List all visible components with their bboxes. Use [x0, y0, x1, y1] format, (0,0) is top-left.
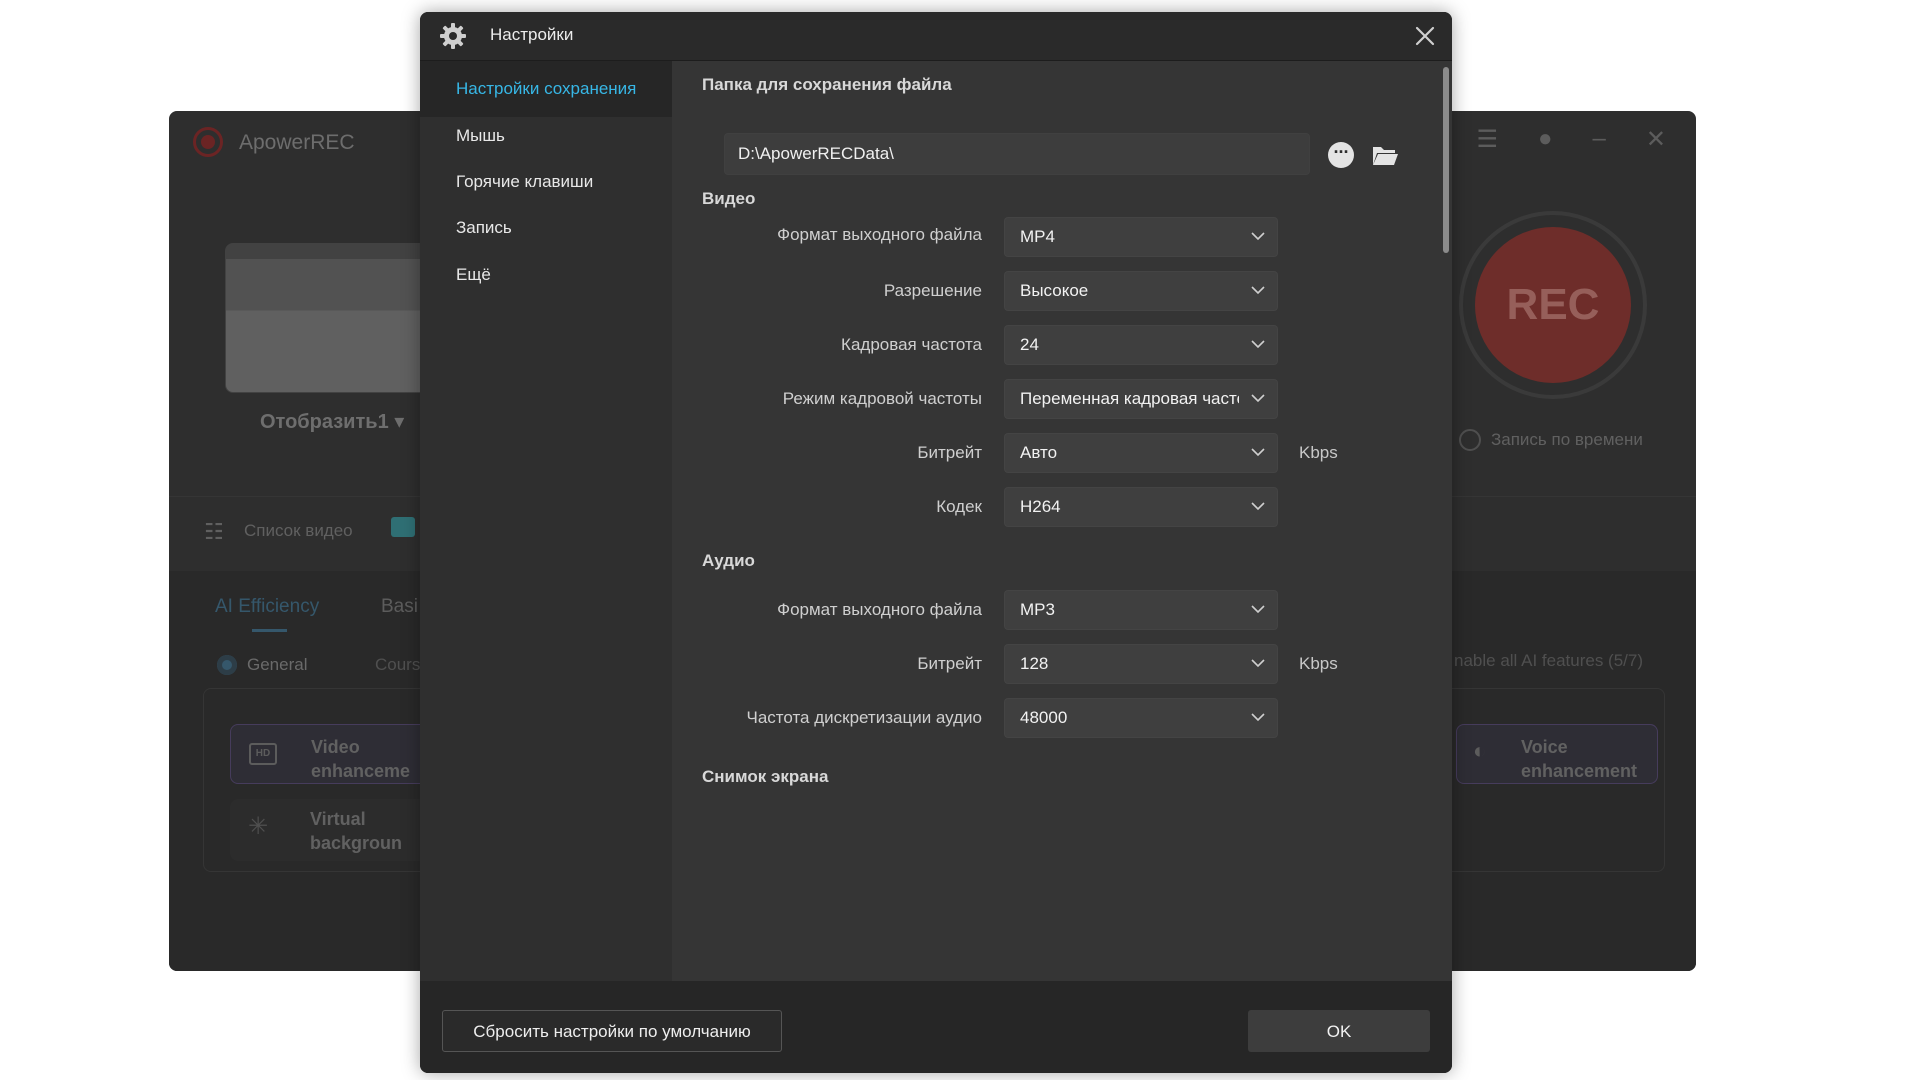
samplerate-value: 48000 [1020, 708, 1068, 727]
voice-enhancement-card[interactable]: ◐ Voice enhancement [1456, 724, 1658, 784]
video-bitrate-unit: Kbps [1299, 443, 1338, 462]
close-app-icon[interactable]: ✕ [1646, 125, 1666, 154]
samplerate-select[interactable]: 48000 [1004, 698, 1278, 738]
framerate-value: 24 [1020, 335, 1039, 354]
tab-basic[interactable]: Basi [381, 596, 418, 618]
framerate-mode-select[interactable]: Переменная кадровая частота [1004, 379, 1278, 419]
chevron-down-icon [1251, 286, 1265, 295]
save-folder-heading: Папка для сохранения файла [702, 75, 952, 94]
audio-bitrate-value: 128 [1020, 654, 1049, 673]
ok-button[interactable]: OK [1248, 1010, 1430, 1052]
dialog-header: Настройки [420, 12, 1452, 61]
minimize-icon[interactable]: – [1593, 125, 1606, 154]
chevron-down-icon [1251, 394, 1265, 403]
screen-select[interactable]: Отобразить1 ▾ [260, 409, 404, 434]
audio-bitrate-label: Битрейт [917, 654, 982, 673]
rec-button[interactable]: REC [1475, 227, 1631, 383]
virtual-background-card[interactable]: ✳ Virtual backgroun [230, 799, 430, 861]
sparkle-icon: ✳ [248, 813, 269, 840]
framerate-select[interactable]: 24 [1004, 325, 1278, 365]
framerate-label: Кадровая частота [841, 335, 982, 354]
samplerate-label: Частота дискретизации аудио [746, 708, 983, 727]
save-path-field[interactable]: D:\ApowerRECData\ [724, 133, 1310, 175]
list-icon: ☷ [204, 519, 224, 544]
resolution-label: Разрешение [883, 281, 982, 300]
scrollbar-thumb[interactable] [1443, 67, 1449, 253]
chevron-down-icon [1251, 340, 1265, 349]
audio-format-select[interactable]: MP3 [1004, 590, 1278, 630]
settings-content: Папка для сохранения файла D:\ApowerRECD… [672, 61, 1452, 981]
video-enhancement-card[interactable]: HD Video enhanceme [230, 724, 430, 784]
gear-icon [440, 23, 466, 49]
codec-label: Кодек [936, 497, 982, 516]
audio-format-label: Формат выходного файла [777, 600, 982, 619]
chevron-down-icon [1251, 502, 1265, 511]
settings-dialog: Настройки Настройки сохранения Мышь Горя… [420, 12, 1452, 1073]
chevron-down-icon [1251, 232, 1265, 241]
reset-defaults-button[interactable]: Сбросить настройки по умолчанию [442, 1010, 782, 1052]
video-enhancement-label: Video enhanceme [311, 737, 411, 781]
more-icon[interactable]: ··· [1328, 142, 1354, 168]
app-window-controls: ☰ ● – ✕ [1477, 125, 1666, 154]
audio-bitrate-select[interactable]: 128 [1004, 644, 1278, 684]
video-bitrate-label: Битрейт [917, 443, 982, 462]
chevron-down-icon [1251, 713, 1265, 722]
codec-value: H264 [1020, 497, 1061, 516]
resolution-select[interactable]: Высокое [1004, 271, 1278, 311]
settings-nav: Настройки сохранения Мышь Горячие клавиш… [420, 61, 672, 981]
video-list-link[interactable]: Список видео [244, 521, 353, 541]
toolbox-icon[interactable] [391, 517, 415, 537]
menu-icon[interactable]: ☰ [1477, 125, 1499, 154]
video-format-value: MP4 [1020, 227, 1055, 246]
chevron-down-icon [1251, 605, 1265, 614]
hd-icon: HD [249, 743, 277, 765]
nav-item-more[interactable]: Ещё [420, 247, 672, 303]
timed-recording-option[interactable]: Запись по времени [1459, 429, 1643, 451]
resolution-value: Высокое [1020, 281, 1089, 300]
timer-radio[interactable] [1459, 429, 1481, 451]
video-format-select[interactable]: MP4 [1004, 217, 1278, 257]
folder-icon[interactable] [1371, 143, 1399, 167]
app-logo-icon [193, 127, 223, 157]
audio-heading: Аудио [702, 551, 755, 570]
user-icon[interactable]: ● [1538, 125, 1553, 154]
voice-enhancement-label: Voice enhancement [1521, 737, 1638, 781]
dialog-title: Настройки [490, 25, 574, 44]
radio-selected-icon [217, 655, 237, 675]
radio-general[interactable]: General [217, 655, 307, 675]
codec-select[interactable]: H264 [1004, 487, 1278, 527]
video-format-label: Формат выходного файла [777, 225, 982, 244]
tab-ai-efficiency[interactable]: AI Efficiency [215, 596, 319, 618]
app-title: ApowerREC [239, 131, 355, 154]
screenshot-heading: Снимок экрана [702, 767, 829, 786]
voice-icon: ◐ [1473, 738, 1487, 763]
framerate-mode-value: Переменная кадровая частота [1020, 389, 1239, 408]
video-heading: Видео [702, 189, 756, 208]
radio-general-label: General [247, 655, 308, 674]
close-icon[interactable] [1410, 21, 1440, 51]
audio-bitrate-unit: Kbps [1299, 654, 1338, 673]
tab-underline [252, 629, 287, 632]
dialog-footer: Сбросить настройки по умолчанию OK [420, 981, 1452, 1073]
timer-label: Запись по времени [1491, 430, 1643, 449]
enable-all-ai-features[interactable]: nable all AI features (5/7) [1454, 651, 1643, 671]
video-bitrate-select[interactable]: Авто [1004, 433, 1278, 473]
audio-format-value: MP3 [1020, 600, 1055, 619]
framerate-mode-label: Режим кадровой частоты [782, 389, 982, 408]
chevron-down-icon [1251, 448, 1265, 457]
virtual-background-label: Virtual backgroun [310, 809, 403, 853]
radio-course[interactable]: Cours [375, 655, 420, 675]
chevron-down-icon [1251, 659, 1265, 668]
video-bitrate-value: Авто [1020, 443, 1058, 462]
